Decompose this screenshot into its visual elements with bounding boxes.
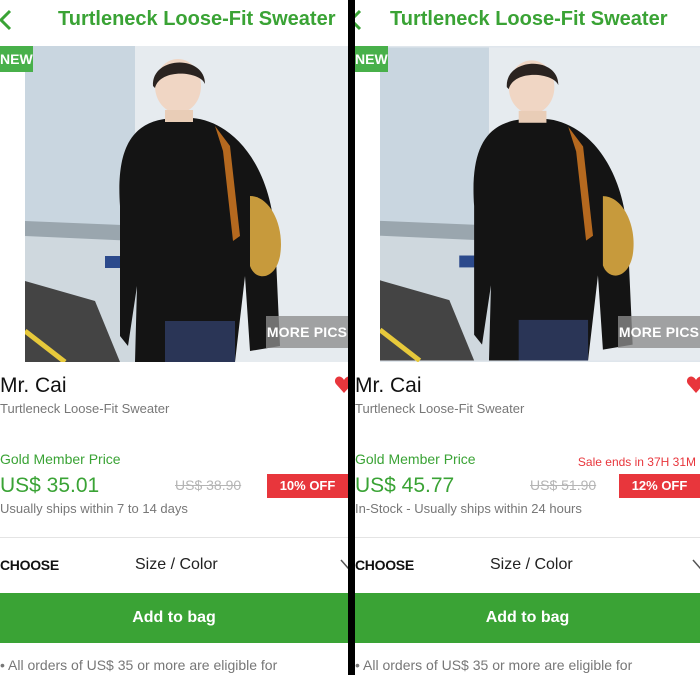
member-price-label: Gold Member Price	[0, 451, 121, 467]
brand-name[interactable]: Mr. Cai	[0, 374, 67, 398]
brand-name[interactable]: Mr. Cai	[355, 374, 422, 398]
back-chevron-icon[interactable]	[0, 9, 17, 31]
chevron-down-icon[interactable]	[340, 557, 348, 571]
heart-icon[interactable]	[334, 375, 348, 395]
shipping-info: Usually ships within 7 to 14 days	[0, 501, 188, 516]
size-color-selector[interactable]: Size / Color	[135, 556, 218, 574]
product-subtitle: Turtleneck Loose-Fit Sweater	[0, 401, 170, 416]
divider	[355, 537, 700, 538]
product-screen-right: Turtleneck Loose-Fit Sweater MORE PICS N…	[355, 0, 700, 675]
shipping-info: In-Stock - Usually ships within 24 hours	[355, 501, 582, 516]
size-color-selector[interactable]: Size / Color	[490, 556, 573, 574]
divider	[0, 537, 348, 538]
discount-badge: 10% OFF	[267, 474, 348, 498]
choose-label: CHOOSE	[0, 557, 59, 573]
back-chevron-icon[interactable]	[355, 9, 367, 31]
page-title: Turtleneck Loose-Fit Sweater	[390, 8, 668, 30]
current-price: US$ 45.77	[355, 474, 455, 497]
original-price: US$ 38.90	[175, 477, 242, 493]
heart-icon[interactable]	[686, 375, 700, 395]
more-pics-button[interactable]: MORE PICS	[266, 316, 348, 348]
product-image[interactable]: MORE PICS	[380, 46, 700, 362]
new-badge: NEW	[355, 46, 388, 72]
page-title: Turtleneck Loose-Fit Sweater	[58, 8, 336, 30]
discount-badge: 12% OFF	[619, 474, 700, 498]
new-badge: NEW	[0, 46, 33, 72]
order-note: • All orders of US$ 35 or more are eligi…	[0, 657, 278, 673]
header: Turtleneck Loose-Fit Sweater	[0, 0, 348, 42]
header: Turtleneck Loose-Fit Sweater	[355, 0, 700, 42]
choose-label: CHOOSE	[355, 557, 414, 573]
add-to-bag-button[interactable]: Add to bag	[355, 593, 700, 643]
product-image[interactable]: MORE PICS	[25, 46, 348, 362]
sale-countdown: Sale ends in 37H 31M	[577, 455, 696, 469]
original-price: US$ 51.90	[530, 477, 597, 493]
add-to-bag-button[interactable]: Add to bag	[0, 593, 348, 643]
current-price: US$ 35.01	[0, 474, 100, 497]
product-screen-left: Turtleneck Loose-Fit Sweater MORE PICS N…	[0, 0, 348, 675]
chevron-down-icon[interactable]	[692, 557, 700, 571]
member-price-label: Gold Member Price	[355, 451, 476, 467]
more-pics-button[interactable]: MORE PICS	[618, 316, 700, 348]
product-subtitle: Turtleneck Loose-Fit Sweater	[355, 401, 525, 416]
order-note: • All orders of US$ 35 or more are eligi…	[355, 657, 633, 673]
